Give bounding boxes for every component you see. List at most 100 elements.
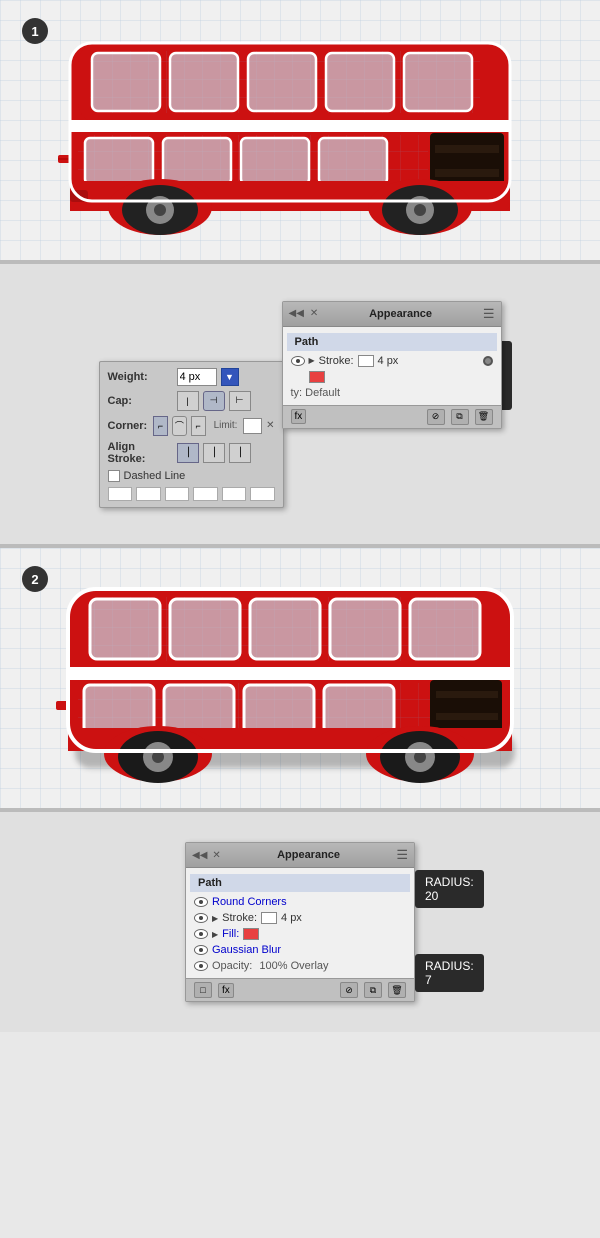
no-symbol-icon-2[interactable]: ⊘ bbox=[340, 982, 358, 998]
radius-tooltip-1: RADIUS: 20 bbox=[415, 870, 484, 908]
align-btn-outside[interactable]: ⎥ bbox=[229, 443, 251, 463]
bus-illustration-2 bbox=[40, 573, 560, 783]
fx-button-2[interactable]: fx bbox=[218, 983, 234, 998]
step-badge-2: 2 bbox=[22, 566, 48, 592]
fill-row-panel: ▶ Fill: bbox=[186, 926, 414, 942]
stroke-label-2: Stroke: bbox=[222, 912, 257, 924]
panel-body-1: Path ▶ Stroke: 4 px bbox=[283, 327, 501, 405]
trash-icon[interactable]: 🗑 bbox=[475, 409, 493, 425]
cap-label: Cap: bbox=[108, 395, 173, 407]
cap-btn-square[interactable]: ⊢ bbox=[229, 391, 251, 411]
panel-section-2: ◀◀ ✕ Appearance ☰ Path Round Corners bbox=[0, 812, 600, 1032]
align-row: Align Stroke: ⎥ ⎥ ⎥ bbox=[108, 441, 275, 465]
align-btn-center[interactable]: ⎥ bbox=[177, 443, 199, 463]
weight-dropdown[interactable]: ▼ bbox=[221, 368, 239, 386]
align-label: Align Stroke: bbox=[108, 441, 173, 465]
eye-icon-fill[interactable] bbox=[194, 929, 208, 939]
opacity-row: ty: Default bbox=[283, 385, 501, 401]
corner-btn-miter[interactable]: ⌐ bbox=[153, 416, 168, 436]
weight-row: Weight: ▼ bbox=[108, 368, 275, 386]
radius-tooltip-text-2: RADIUS: 7 bbox=[415, 954, 484, 992]
dash-inputs bbox=[108, 487, 275, 501]
dash-input-5[interactable] bbox=[222, 487, 247, 501]
stroke-options-panel: Weight: ▼ Cap: | ⊣ ⊢ Corner: ⌐ ⌒ ⌐ Limit… bbox=[99, 361, 284, 508]
weight-input[interactable] bbox=[177, 368, 217, 386]
trash-icon-2[interactable]: 🗑 bbox=[388, 982, 406, 998]
path-row-2: Path bbox=[190, 874, 410, 892]
titlebar-left-2: ◀◀ ✕ bbox=[192, 850, 221, 861]
eye-icon-stroke[interactable] bbox=[291, 356, 305, 366]
close-icon[interactable]: ✕ bbox=[310, 308, 318, 319]
section-1-bus: 1 bbox=[0, 0, 600, 260]
panel-title-2: Appearance bbox=[277, 849, 340, 861]
stroke-color-box-2[interactable] bbox=[261, 912, 277, 924]
corner-row: Corner: ⌐ ⌒ ⌐ Limit: ✕ bbox=[108, 416, 275, 436]
opacity-label-1: ty: Default bbox=[291, 387, 341, 399]
corner-label: Corner: bbox=[108, 420, 150, 432]
cap-btn-round[interactable]: ⊣ bbox=[203, 391, 225, 411]
bottom-action-icons: ⊘ ⧉ 🗑 bbox=[427, 409, 493, 425]
limit-label: Limit: bbox=[214, 420, 238, 431]
cap-row: Cap: | ⊣ ⊢ bbox=[108, 391, 275, 411]
bottom-action-icons-2: ⊘ ⧉ 🗑 bbox=[340, 982, 406, 998]
panel-titlebar-2: ◀◀ ✕ Appearance ☰ bbox=[186, 843, 414, 868]
menu-icon-2[interactable]: ☰ bbox=[396, 847, 408, 863]
panel-bottom-bar-2: □ fx ⊘ ⧉ 🗑 bbox=[186, 978, 414, 1001]
align-btn-inside[interactable]: ⎥ bbox=[203, 443, 225, 463]
panel-wrapper-2: ◀◀ ✕ Appearance ☰ Path Round Corners bbox=[185, 842, 415, 1002]
path-row-1: Path bbox=[287, 333, 497, 351]
dashed-row: Dashed Line bbox=[108, 470, 275, 482]
titlebar-left: ◀◀ ✕ bbox=[289, 308, 319, 319]
dash-input-4[interactable] bbox=[193, 487, 218, 501]
eye-icon-stroke-2[interactable] bbox=[194, 913, 208, 923]
eye-icon-round[interactable] bbox=[194, 897, 208, 907]
fill-indicator-row bbox=[283, 369, 501, 385]
weight-label: Weight: bbox=[108, 371, 173, 383]
stroke-row-panel: ▶ Stroke: 4 px bbox=[283, 353, 501, 369]
section-2-bus: 2 bbox=[0, 548, 600, 808]
fx-button-1[interactable]: fx bbox=[291, 409, 307, 424]
cap-btn-flat[interactable]: | bbox=[177, 391, 199, 411]
gaussian-label[interactable]: Gaussian Blur bbox=[212, 944, 281, 956]
corner-btn-bevel[interactable]: ⌐ bbox=[191, 416, 206, 436]
panels-wrapper-1: Weight: ▼ Cap: | ⊣ ⊢ Corner: ⌐ ⌒ ⌐ Limit… bbox=[99, 301, 502, 508]
limit-x: ✕ bbox=[266, 420, 274, 431]
dash-input-1[interactable] bbox=[108, 487, 133, 501]
fill-color-preview[interactable] bbox=[309, 371, 325, 383]
stroke-color-box-1[interactable] bbox=[358, 355, 374, 367]
eye-icon-opacity[interactable] bbox=[194, 961, 208, 971]
double-arrow-icon-2: ◀◀ bbox=[192, 850, 207, 861]
appearance-panel-1: ◀◀ ✕ Appearance ☰ Path ▶ Stroke: 4 px bbox=[282, 301, 502, 429]
fill-color-box[interactable] bbox=[243, 928, 259, 940]
panel-section-1: Weight: ▼ Cap: | ⊣ ⊢ Corner: ⌐ ⌒ ⌐ Limit… bbox=[0, 264, 600, 544]
stroke-px-1: 4 px bbox=[378, 355, 399, 367]
fill-label: Fill: bbox=[222, 928, 239, 940]
bus-illustration-1 bbox=[40, 25, 560, 235]
connector-circle bbox=[483, 356, 493, 366]
panel-titlebar-1: ◀◀ ✕ Appearance ☰ bbox=[283, 302, 501, 327]
eye-icon-gaussian[interactable] bbox=[194, 945, 208, 955]
dash-input-2[interactable] bbox=[136, 487, 161, 501]
close-icon-2[interactable]: ✕ bbox=[212, 850, 220, 861]
no-symbol-icon[interactable]: ⊘ bbox=[427, 409, 445, 425]
dash-input-3[interactable] bbox=[165, 487, 190, 501]
bottom-icons-left: □ fx bbox=[194, 982, 234, 998]
round-corners-row: Round Corners bbox=[186, 894, 414, 910]
panel-bottom-bar-1: fx ⊘ ⧉ 🗑 bbox=[283, 405, 501, 428]
copy-icon-2[interactable]: ⧉ bbox=[364, 982, 382, 998]
step-badge-1: 1 bbox=[22, 18, 48, 44]
radius-tooltip-2: RADIUS: 7 bbox=[415, 954, 484, 992]
square-icon[interactable]: □ bbox=[194, 982, 212, 998]
arrow-fill: ▶ bbox=[212, 930, 218, 939]
dashed-checkbox[interactable] bbox=[108, 470, 120, 482]
round-corners-label[interactable]: Round Corners bbox=[212, 896, 287, 908]
limit-input[interactable] bbox=[243, 418, 262, 434]
dash-input-6[interactable] bbox=[250, 487, 275, 501]
menu-icon-1[interactable]: ☰ bbox=[483, 306, 495, 322]
bottom-icons-1: fx bbox=[291, 409, 307, 424]
panel-title-1: Appearance bbox=[369, 308, 432, 320]
copy-icon[interactable]: ⧉ bbox=[451, 409, 469, 425]
arrow-stroke-2: ▶ bbox=[212, 914, 218, 923]
panel-body-2: Path Round Corners ▶ Stroke: 4 px bbox=[186, 868, 414, 978]
corner-btn-round[interactable]: ⌒ bbox=[172, 416, 187, 436]
